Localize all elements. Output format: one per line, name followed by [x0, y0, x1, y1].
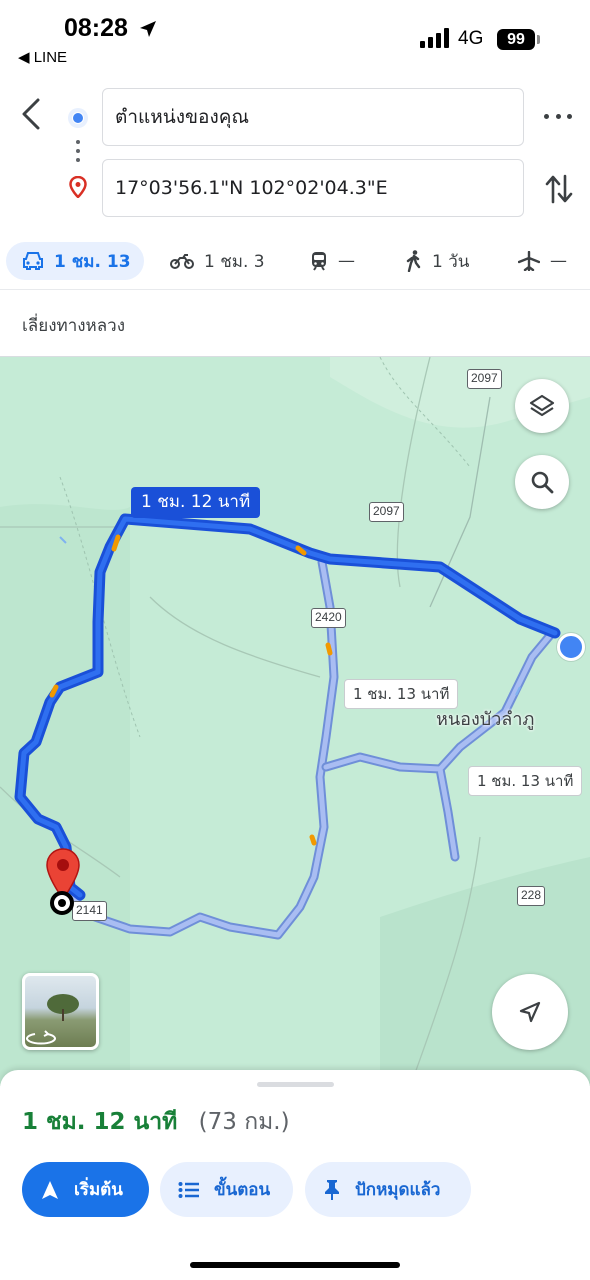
pin-icon — [325, 1179, 339, 1200]
search-along-route-button[interactable] — [515, 455, 569, 509]
clock: 08:28 — [64, 14, 128, 42]
back-to-app-link[interactable]: ◀ LINE — [18, 48, 67, 66]
travel-mode-tabs: 1 ชม. 13 1 ชม. 3 — 1 วัน — — [0, 234, 590, 290]
home-indicator[interactable] — [190, 1262, 400, 1268]
selected-route-label[interactable]: 1 ชม. 12 นาที — [131, 487, 261, 518]
motorcycle-icon — [170, 254, 194, 269]
tab-driving-label: 1 ชม. 13 — [54, 251, 131, 272]
start-navigation-button[interactable]: เริ่มต้น — [22, 1162, 149, 1217]
sheet-drag-handle[interactable] — [257, 1082, 334, 1087]
tab-motorcycle-label: 1 ชม. 3 — [204, 251, 265, 272]
tab-motorcycle[interactable]: 1 ชม. 3 — [170, 242, 265, 280]
tab-driving[interactable]: 1 ชม. 13 — [6, 242, 144, 280]
alt-route-label[interactable]: 1 ชม. 13 นาที — [468, 766, 583, 796]
tab-walking-label: 1 วัน — [432, 251, 470, 272]
destination-input[interactable]: 17°03'56.1"N 102°02'04.3"E — [102, 159, 524, 217]
road-shield: 2097 — [369, 502, 404, 522]
street-view-image — [26, 994, 79, 1045]
origin-dot-icon — [68, 108, 88, 128]
location-services-icon — [140, 21, 156, 37]
avoid-highways-option[interactable]: เลี่ยงทางหลวง — [22, 312, 125, 339]
cellular-signal-icon — [420, 28, 449, 48]
start-label: เริ่มต้น — [74, 1180, 123, 1200]
road-shield: 228 — [517, 886, 546, 906]
layers-icon — [529, 394, 555, 417]
pinned-button[interactable]: ปักหมุดแล้ว — [305, 1162, 471, 1217]
back-arrow-icon[interactable] — [18, 96, 46, 132]
origin-input[interactable]: ตำแหน่งของคุณ — [102, 88, 524, 146]
status-bar: 08:28 ◀ LINE 4G 99 — [0, 0, 590, 76]
tab-transit-label: — — [338, 251, 355, 271]
battery-indicator: 99 — [497, 29, 535, 50]
road-shield: 2097 — [467, 369, 502, 389]
more-options-icon[interactable] — [544, 104, 572, 128]
tab-walking[interactable]: 1 วัน — [406, 242, 469, 280]
navigation-button[interactable] — [492, 974, 568, 1050]
route-duration: 1 ชม. 12 นาที — [22, 1109, 178, 1135]
route-connector-dots — [76, 140, 80, 166]
road-shield: 2420 — [311, 608, 346, 628]
current-location-dot — [557, 633, 585, 661]
route-start-marker — [50, 891, 74, 915]
list-icon — [178, 1181, 199, 1198]
layers-button[interactable] — [515, 379, 569, 433]
walk-icon — [406, 250, 421, 272]
route-summary: 1 ชม. 12 นาที (73 กม.) — [22, 1104, 290, 1140]
swap-icon[interactable] — [544, 172, 574, 206]
road-shield: 2141 — [72, 901, 107, 921]
navigation-arrow-icon — [42, 1180, 58, 1199]
navigation-arrow-icon — [519, 1001, 541, 1023]
tab-flight-label: — — [550, 251, 567, 271]
route-summary-sheet[interactable]: 1 ชม. 12 นาที (73 กม.) เริ่มต้น ขั้นตอน … — [0, 1070, 590, 1280]
tab-transit[interactable]: — — [310, 242, 355, 280]
battery-cap — [537, 35, 540, 44]
pinned-label: ปักหมุดแล้ว — [355, 1180, 441, 1200]
search-icon — [531, 471, 554, 494]
steps-label: ขั้นตอน — [214, 1180, 271, 1200]
destination-pin-icon — [69, 176, 87, 198]
car-icon — [23, 252, 43, 270]
map-view[interactable]: 2097 2097 2420 228 2141 1 ชม. 12 นาที 1 … — [0, 356, 590, 1086]
town-label: หนองบัวลำภู — [436, 709, 535, 730]
route-distance: (73 กม.) — [198, 1109, 290, 1135]
network-type: 4G — [458, 28, 484, 49]
train-icon — [312, 252, 326, 271]
steps-button[interactable]: ขั้นตอน — [160, 1162, 293, 1217]
tab-flight[interactable]: — — [518, 242, 567, 280]
airplane-icon — [518, 251, 540, 271]
street-view-thumbnail[interactable] — [22, 973, 99, 1050]
